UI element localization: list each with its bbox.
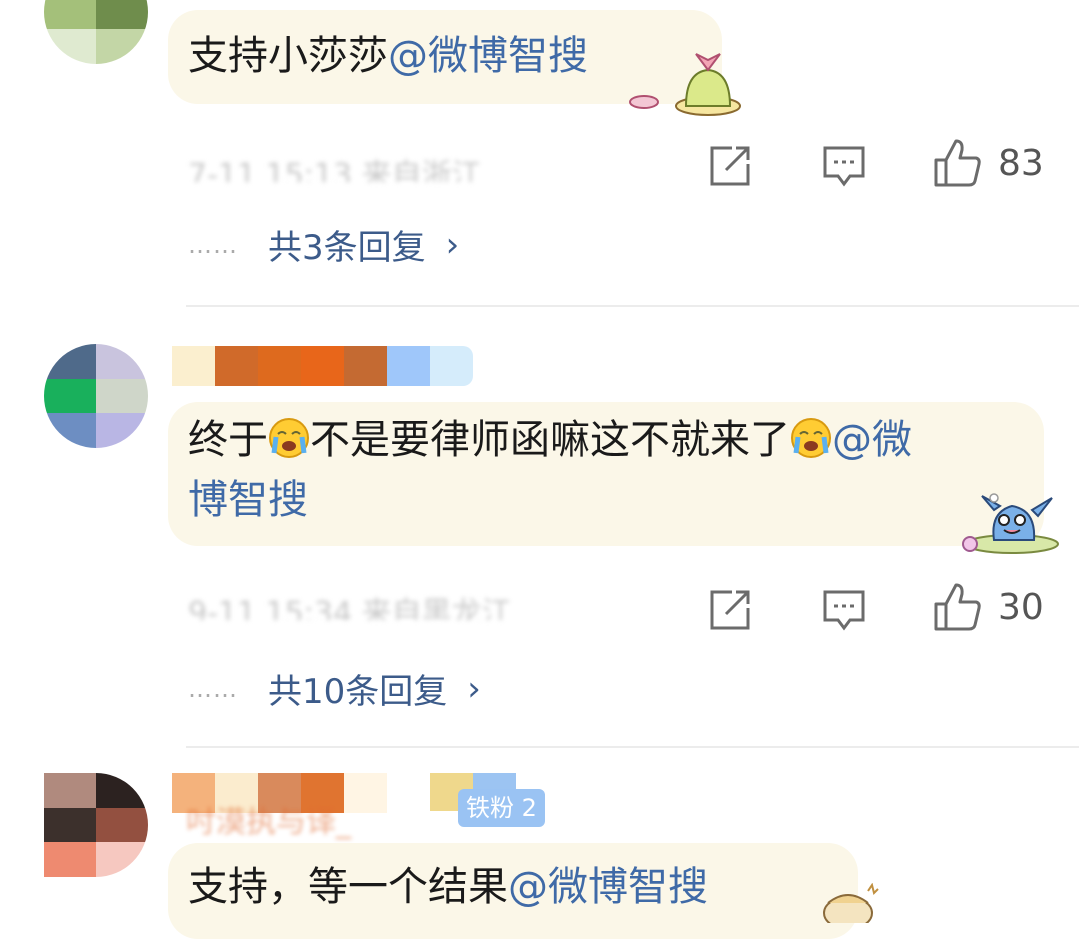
mention-link[interactable]: @微博智搜 xyxy=(388,33,588,79)
comment-2: 终于 不是要律师函嘛这不就来了 @微 博智搜 9-11 15:34 来自黑龙江 30 … xyxy=(0,306,1079,746)
mention-link[interactable]: 博智搜 xyxy=(188,477,308,523)
replies-count: 共10条回复 xyxy=(268,672,448,712)
like-count: 30 xyxy=(998,586,1044,628)
dots: …… xyxy=(188,230,238,259)
username-redacted[interactable] xyxy=(172,346,473,386)
stitch-sticker-icon xyxy=(962,493,1059,554)
chevron-right-icon: › xyxy=(445,224,460,265)
avatar[interactable] xyxy=(44,344,148,448)
comment-icon xyxy=(823,146,865,187)
crying-face-icon xyxy=(791,418,831,458)
view-replies-link[interactable]: …… 共3条回复 › xyxy=(188,220,459,269)
fan-badge[interactable]: 铁粉 2 xyxy=(458,789,545,827)
view-replies-link[interactable]: …… 共10条回复 › xyxy=(188,664,481,713)
thumbs-up-icon xyxy=(934,583,981,631)
comment-text: 支持小莎莎 xyxy=(188,33,388,79)
avatar[interactable] xyxy=(44,0,148,64)
comment-meta: 7-11 15:13 来自浙江 xyxy=(188,158,482,182)
comment-3: 吋漠执与译_ 铁粉 2 支持，等一个结果@微博智搜 xyxy=(0,747,1079,939)
comment-bubble: 支持，等一个结果@微博智搜 xyxy=(168,843,858,939)
like-button[interactable]: 83 xyxy=(934,138,1044,188)
mention-link[interactable]: @微博智搜 xyxy=(508,864,708,910)
chevron-right-icon: › xyxy=(467,668,481,709)
comment-text: 支持，等一个结果 xyxy=(188,864,508,910)
crying-face-icon xyxy=(269,418,309,458)
mention-link[interactable]: @微 xyxy=(832,417,912,463)
character-sticker-icon xyxy=(823,883,879,923)
avatar[interactable] xyxy=(44,773,148,877)
comment-meta: 9-11 15:34 来自黑龙江 xyxy=(188,596,512,620)
like-count: 83 xyxy=(998,142,1044,184)
username: 吋漠执与译_ xyxy=(186,805,351,840)
share-icon xyxy=(710,590,750,630)
pudding-sticker-icon xyxy=(629,53,741,116)
comment-bubble: 终于 不是要律师函嘛这不就来了 @微博智搜 xyxy=(168,402,1044,546)
comment-button[interactable] xyxy=(822,144,866,188)
like-button[interactable]: 30 xyxy=(934,582,1044,632)
thumbs-up-icon xyxy=(934,139,981,187)
comment-icon xyxy=(823,590,865,631)
share-button[interactable] xyxy=(708,144,752,188)
comment-button[interactable] xyxy=(822,588,866,632)
comment-text: 不是要律师函嘛这不就来了 xyxy=(310,417,790,463)
dots: …… xyxy=(188,674,238,703)
comment-1: 支持小莎莎@微博智搜 7-11 15:13 来自浙江 83 …… 共3条回复 › xyxy=(0,0,1079,306)
comment-text: 终于 xyxy=(188,417,268,463)
replies-count: 共3条回复 xyxy=(268,228,426,268)
share-icon xyxy=(710,146,750,186)
share-button[interactable] xyxy=(708,588,752,632)
